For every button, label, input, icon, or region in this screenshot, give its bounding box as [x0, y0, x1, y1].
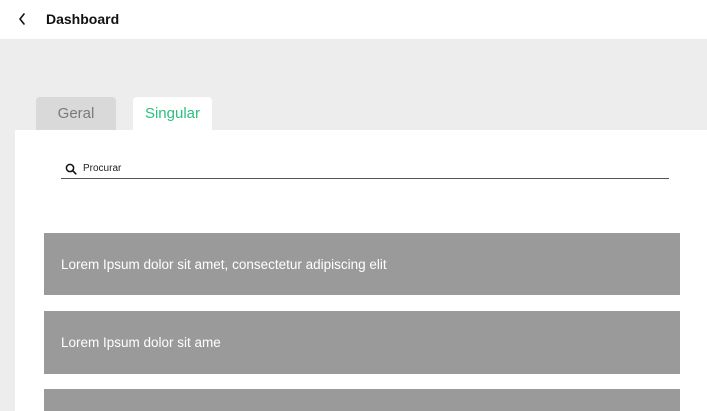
search-input[interactable]: Procurar: [61, 160, 669, 179]
list-item[interactable]: [44, 389, 680, 411]
search-placeholder: Procurar: [83, 163, 122, 174]
back-button[interactable]: [14, 9, 30, 29]
tab-singular[interactable]: Singular: [133, 97, 212, 131]
tab-geral[interactable]: Geral: [36, 97, 116, 131]
page-title: Dashboard: [46, 11, 120, 27]
search-icon: [64, 162, 78, 176]
chevron-left-icon[interactable]: [18, 13, 26, 25]
list-item-text: Lorem Ipsum dolor sit amet, consectetur …: [61, 256, 387, 272]
list-item[interactable]: Lorem Ipsum dolor sit ame: [44, 311, 680, 374]
top-bar: Dashboard: [0, 0, 707, 39]
list-item[interactable]: Lorem Ipsum dolor sit amet, consectetur …: [44, 233, 680, 295]
list-item-text: Lorem Ipsum dolor sit ame: [61, 335, 221, 350]
